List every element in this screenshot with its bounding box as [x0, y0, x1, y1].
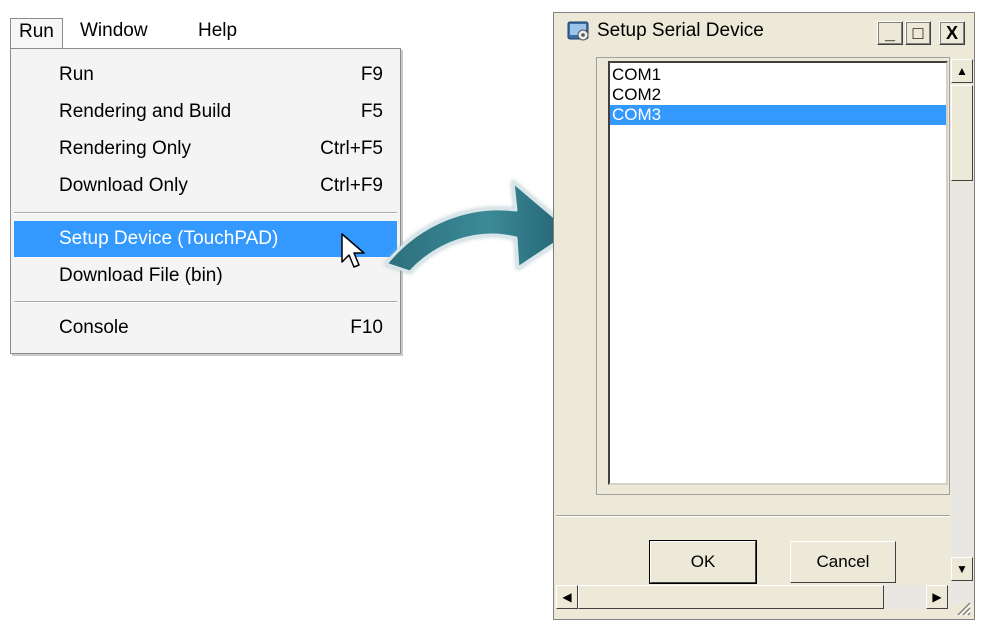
- horizontal-scrollbar[interactable]: ◀ ▶: [556, 585, 952, 609]
- menu-item-label: Download Only: [59, 175, 188, 196]
- menu-item-console[interactable]: Console F10: [14, 310, 397, 346]
- menu-item-rendering-and-build[interactable]: Rendering and Build F5: [14, 94, 397, 130]
- scroll-thumb[interactable]: [951, 85, 973, 181]
- com-port-listbox[interactable]: COM1 COM2 COM3: [608, 61, 948, 485]
- menu-item-shortcut: F5: [360, 101, 383, 122]
- menu-item-shortcut: Ctrl+F9: [320, 175, 383, 196]
- run-menu-dropdown: Run F9 Rendering and Build F5 Rendering …: [10, 48, 401, 354]
- cancel-button[interactable]: Cancel: [790, 541, 896, 583]
- menu-item-rendering-only[interactable]: Rendering Only Ctrl+F5: [14, 131, 397, 167]
- scroll-track[interactable]: [951, 183, 973, 603]
- dialog-titlebar[interactable]: Setup Serial Device _ □ X: [555, 14, 973, 48]
- curved-arrow-icon: [384, 180, 574, 274]
- menu-item-shortcut: F9: [360, 64, 383, 85]
- menu-run[interactable]: Run: [10, 18, 63, 49]
- ok-button-label: OK: [690, 552, 716, 571]
- scroll-left-arrow-icon[interactable]: ◀: [556, 585, 578, 609]
- menu-item-run[interactable]: Run F9: [14, 57, 397, 93]
- menu-item-shortcut: Ctrl+F5: [320, 138, 383, 159]
- dialog-app-icon: [567, 21, 589, 41]
- scroll-down-arrow-icon[interactable]: ▼: [951, 557, 973, 581]
- list-item-com3[interactable]: COM3: [610, 105, 946, 125]
- list-item-com2[interactable]: COM2: [610, 85, 946, 105]
- menu-item-label: Setup Device (TouchPAD): [59, 228, 279, 249]
- scroll-right-arrow-icon[interactable]: ▶: [926, 585, 948, 609]
- menu-item-label: Run: [59, 64, 94, 85]
- maximize-button[interactable]: □: [905, 21, 931, 45]
- menu-item-label: Rendering Only: [59, 138, 192, 159]
- resize-grip-icon[interactable]: [952, 597, 972, 617]
- close-button[interactable]: X: [939, 21, 965, 45]
- menu-separator: [14, 301, 397, 303]
- setup-serial-device-dialog: Setup Serial Device _ □ X COM1 COM2 COM3…: [553, 12, 975, 620]
- scroll-up-arrow-icon[interactable]: ▲: [951, 59, 973, 83]
- hscroll-thumb[interactable]: [578, 585, 884, 609]
- dialog-title: Setup Serial Device: [597, 20, 764, 41]
- vertical-scrollbar[interactable]: ▲ ▼: [950, 59, 974, 607]
- menu-item-label: Console: [59, 317, 129, 338]
- list-item-com1[interactable]: COM1: [610, 65, 946, 85]
- menu-window[interactable]: Window: [72, 18, 156, 44]
- menu-separator: [14, 212, 397, 214]
- ok-button[interactable]: OK: [649, 540, 757, 584]
- dialog-divider: [556, 515, 950, 517]
- menu-item-label: Rendering and Build: [59, 101, 232, 122]
- menu-item-shortcut: F10: [350, 317, 383, 338]
- mouse-pointer-icon: [341, 233, 365, 268]
- menu-bar: Run Window Help: [10, 16, 400, 49]
- menu-item-label: Download File (bin): [59, 265, 223, 286]
- cancel-button-label: Cancel: [816, 552, 870, 571]
- menu-help[interactable]: Help: [190, 18, 245, 44]
- minimize-button[interactable]: _: [877, 21, 903, 45]
- menu-item-download-only[interactable]: Download Only Ctrl+F9: [14, 168, 397, 204]
